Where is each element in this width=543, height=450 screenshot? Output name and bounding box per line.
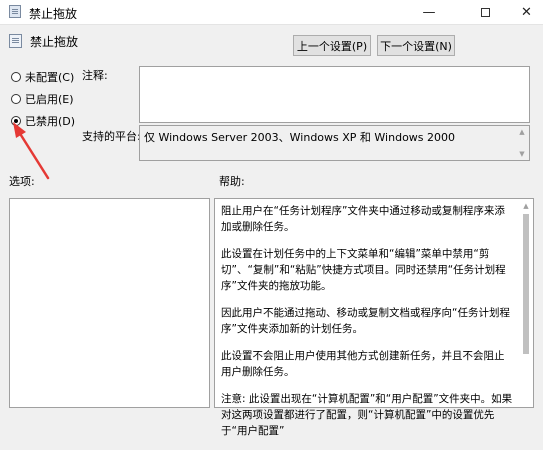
comment-label: 注释: [82, 69, 108, 82]
platform-label: 支持的平台: [82, 130, 141, 143]
title-bar: 禁止拖放 — ✕ [0, 0, 543, 25]
radio-disabled[interactable]: 已禁用(D) [11, 113, 75, 129]
previous-setting-button[interactable]: 上一个设置(P) [293, 35, 371, 56]
next-setting-button[interactable]: 下一个设置(N) [377, 35, 455, 56]
window-title: 禁止拖放 [29, 7, 78, 21]
radio-button[interactable] [11, 116, 21, 126]
radio-label: 未配置(C) [25, 71, 75, 84]
help-scrollbar[interactable]: ▲ [519, 199, 533, 407]
help-label: 帮助: [219, 175, 245, 188]
platform-value: 仅 Windows Server 2003、Windows XP 和 Windo… [144, 131, 456, 144]
radio-button[interactable] [11, 72, 21, 82]
options-pane [9, 198, 210, 408]
help-paragraph: 此设置在计划任务中的上下文菜单和“编辑”菜单中禁用“剪切”、“复制”和“粘贴”快… [221, 248, 506, 292]
maximize-icon [480, 7, 490, 17]
help-paragraph: 注意: 此设置出现在“计算机配置”和“用户配置”文件夹中。如果对这两项设置都进行… [221, 393, 513, 437]
scroll-up-icon[interactable]: ▲ [523, 202, 528, 210]
comment-field[interactable] [139, 66, 530, 123]
radio-label: 已禁用(D) [25, 115, 76, 128]
help-paragraph: 阻止用户在“任务计划程序”文件夹中通过移动或复制程序来添加或删除任务。 [221, 205, 505, 233]
scroll-thumb[interactable] [523, 214, 529, 354]
help-paragraph: 因此用户不能通过拖动、移动或复制文档或程序向“任务计划程序”文件夹添加新的计划任… [221, 307, 510, 335]
radio-not-configured[interactable]: 未配置(C) [11, 69, 74, 85]
policy-icon [9, 5, 21, 18]
arrow-shaft [17, 130, 50, 180]
help-pane: 阻止用户在“任务计划程序”文件夹中通过移动或复制程序来添加或删除任务。 此设置在… [214, 198, 534, 437]
options-label: 选项: [9, 175, 35, 188]
close-button[interactable]: ✕ [510, 0, 543, 24]
help-paragraph: 此设置不会阻止用户使用其他方式创建新任务，并且不会阻止用户删除任务。 [221, 350, 505, 378]
maximize-button[interactable] [462, 0, 508, 24]
minimize-button[interactable]: — [406, 0, 452, 24]
setting-icon [9, 34, 22, 48]
setting-title: 禁止拖放 [30, 35, 79, 49]
radio-label: 已启用(E) [25, 93, 74, 106]
platform-scrollbar[interactable]: ▲ ▼ [515, 126, 529, 160]
supported-platform-field: 仅 Windows Server 2003、Windows XP 和 Windo… [139, 125, 530, 161]
radio-button[interactable] [11, 94, 21, 104]
help-text: 阻止用户在“任务计划程序”文件夹中通过移动或复制程序来添加或删除任务。 此设置在… [221, 203, 513, 450]
radio-enabled[interactable]: 已启用(E) [11, 91, 74, 107]
